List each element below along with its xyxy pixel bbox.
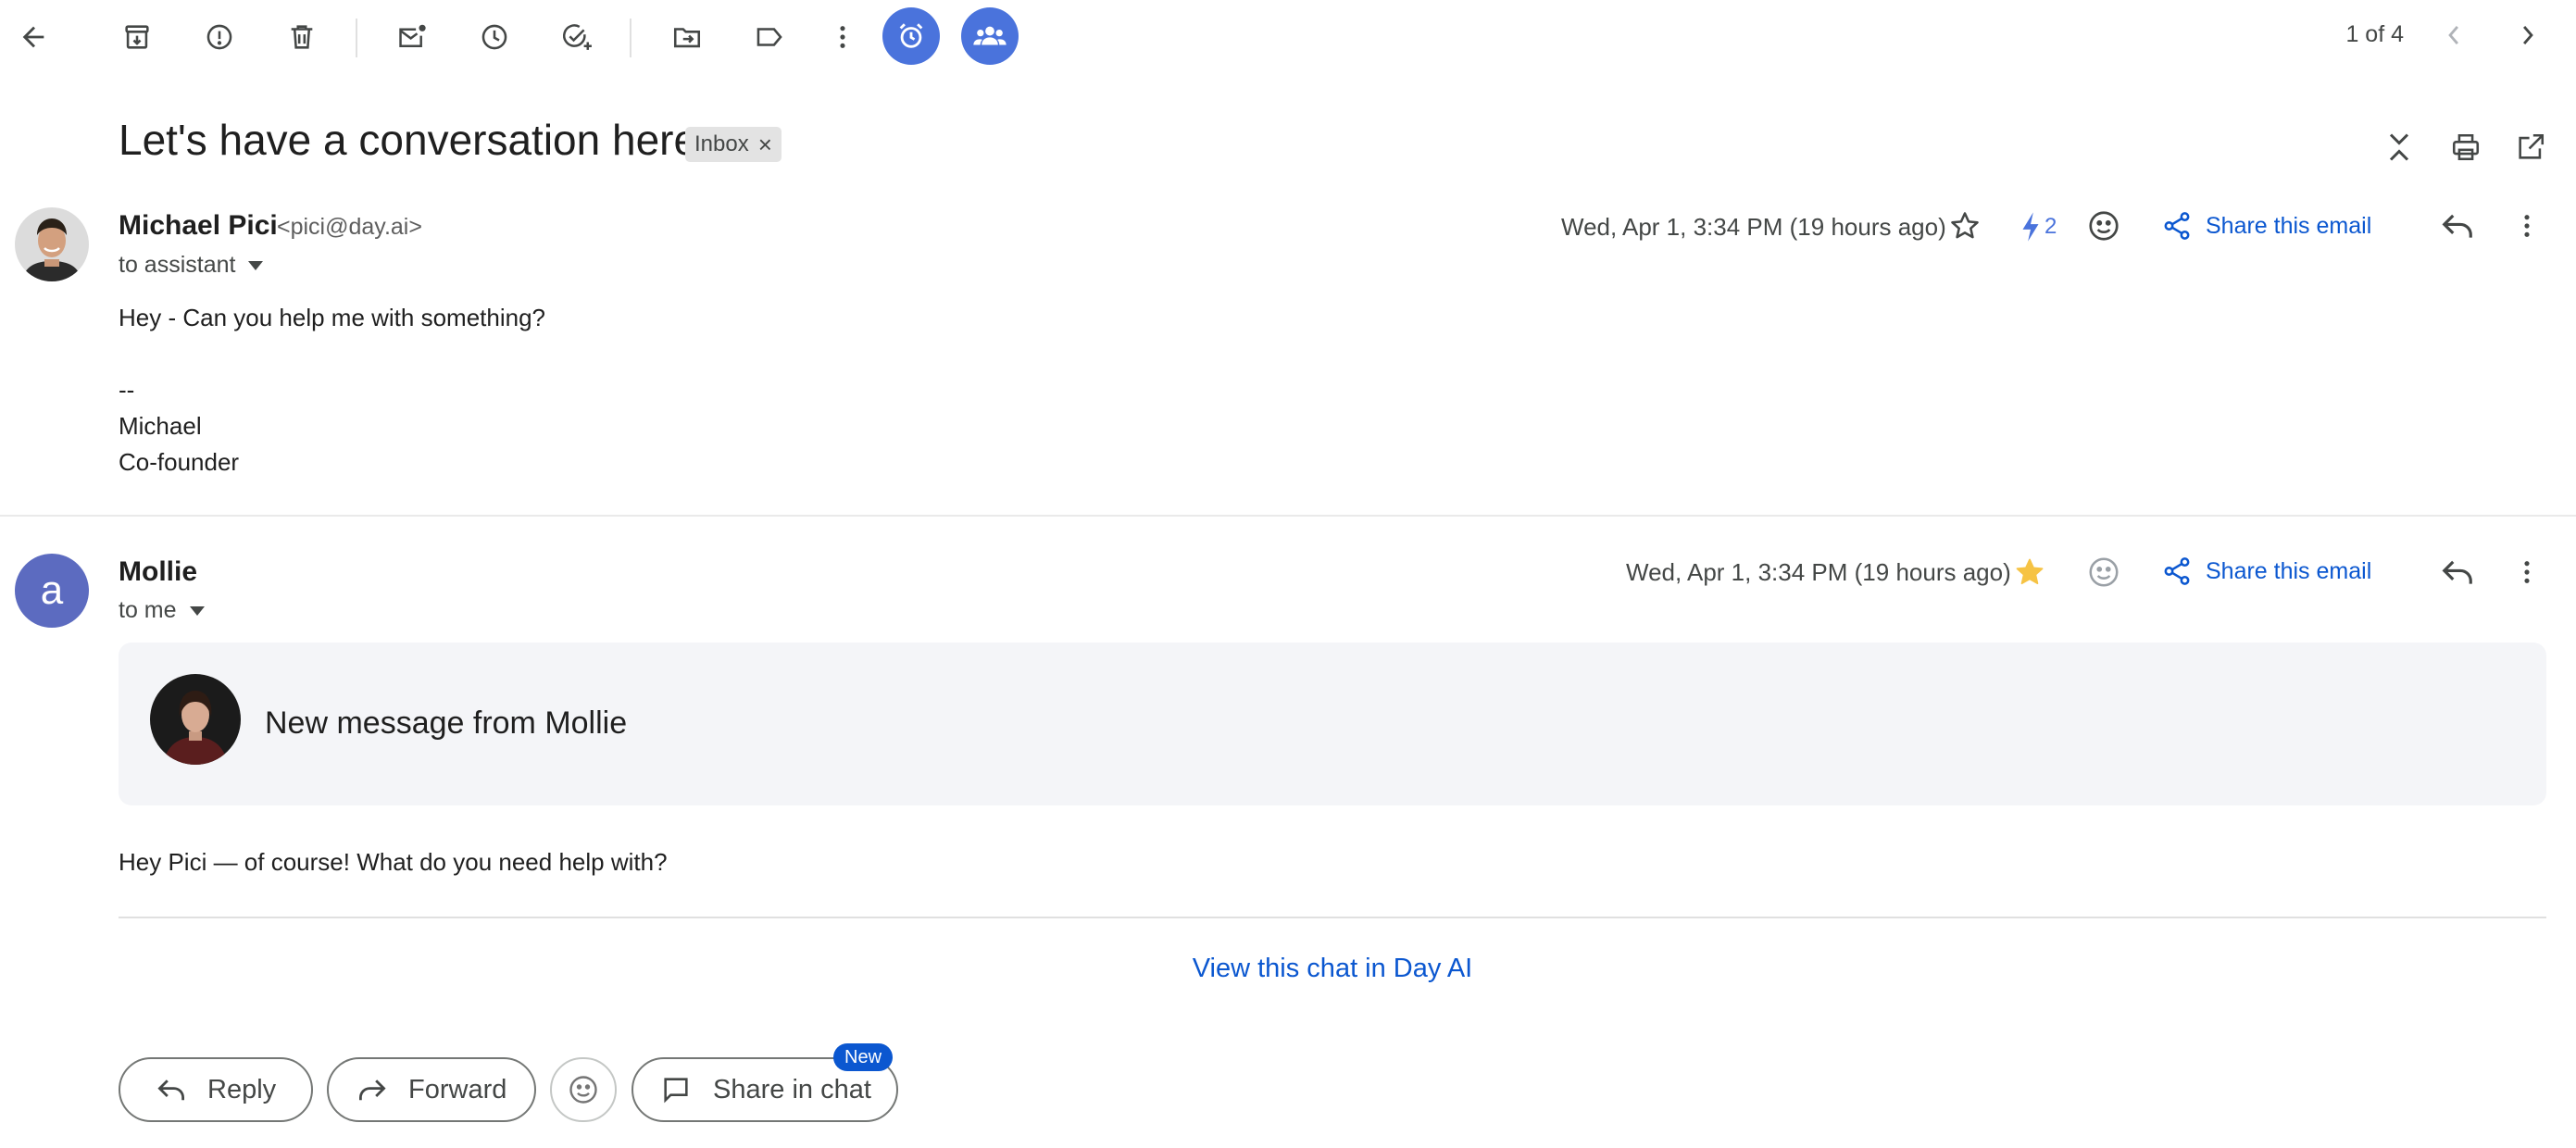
share-email-label: Share this email	[2206, 212, 2372, 239]
collapse-all-icon[interactable]	[2376, 124, 2422, 170]
message-body: Hey - Can you help me with something? --…	[119, 300, 545, 480]
pager-text: 1 of 4	[2345, 21, 2404, 47]
reply-icon	[157, 1079, 184, 1101]
prev-icon[interactable]	[2433, 15, 2474, 56]
archive-icon[interactable]	[109, 9, 165, 65]
label-icon[interactable]	[742, 9, 797, 65]
reply-icon[interactable]	[2435, 206, 2480, 246]
sender-name: Michael Pici	[119, 210, 278, 241]
message-date: Wed, Apr 1, 3:34 PM (19 hours ago)	[1626, 558, 2011, 586]
share-icon	[2164, 212, 2190, 240]
content-divider	[119, 917, 2546, 918]
reply-button[interactable]: Reply	[119, 1057, 313, 1122]
toolbar-divider	[630, 19, 631, 57]
more-vert-icon[interactable]	[815, 9, 870, 65]
share-email-button[interactable]: Share this email	[2161, 555, 2371, 587]
share-in-chat-label: Share in chat	[713, 1074, 871, 1104]
share-email-button[interactable]: Share this email	[2161, 210, 2371, 242]
forward-label: Forward	[408, 1074, 507, 1104]
avatar[interactable]	[15, 207, 89, 281]
body-line: --	[119, 376, 135, 404]
body-line: Michael	[119, 412, 202, 440]
emoji-react-icon[interactable]	[2083, 552, 2124, 593]
remove-label-icon[interactable]: ×	[758, 131, 772, 159]
body-line: Hey - Can you help me with something?	[119, 304, 546, 331]
back-arrow-icon[interactable]	[6, 9, 61, 65]
alarm-icon[interactable]	[882, 7, 940, 65]
recipient-text: to me	[119, 597, 177, 623]
recipient-dropdown[interactable]: to me	[119, 597, 205, 624]
print-icon[interactable]	[2441, 122, 2491, 172]
view-in-dayai-link[interactable]: View this chat in Day AI	[1193, 954, 1473, 983]
message-divider	[0, 515, 2576, 517]
message-card[interactable]: New message from Mollie	[119, 643, 2546, 805]
reply-label: Reply	[207, 1074, 277, 1104]
sender-email: <pici@day.ai>	[277, 214, 422, 240]
bolt-counter[interactable]: 2	[2020, 209, 2057, 244]
new-badge: New	[833, 1043, 894, 1071]
message-date: Wed, Apr 1, 3:34 PM (19 hours ago)	[1561, 213, 1946, 241]
view-link-row: View this chat in Day AI	[0, 954, 2576, 984]
report-spam-icon[interactable]	[192, 9, 247, 65]
more-vert-icon[interactable]	[2513, 552, 2541, 593]
bolt-count: 2	[2045, 214, 2057, 239]
reply-icon[interactable]	[2435, 552, 2480, 593]
chevron-down-icon	[248, 260, 264, 270]
body-line	[119, 336, 545, 372]
move-to-icon[interactable]	[659, 9, 715, 65]
star-icon[interactable]	[1945, 206, 1985, 246]
email-subject: Let's have a conversation here	[119, 116, 698, 164]
forward-button[interactable]: Forward	[327, 1057, 536, 1122]
message-body: Hey Pici — of course! What do you need h…	[119, 848, 668, 876]
card-title: New message from Mollie	[265, 705, 628, 741]
more-vert-icon[interactable]	[2513, 206, 2541, 246]
mark-unread-icon[interactable]	[384, 9, 440, 65]
delete-icon[interactable]	[274, 9, 330, 65]
emoji-react-icon[interactable]	[2083, 206, 2124, 246]
next-icon[interactable]	[2507, 15, 2548, 56]
inbox-label-text: Inbox	[694, 131, 749, 156]
open-new-window-icon[interactable]	[2506, 122, 2556, 172]
add-task-icon[interactable]	[549, 9, 605, 65]
group-icon[interactable]	[961, 7, 1019, 65]
card-avatar	[150, 674, 241, 765]
emoji-icon	[569, 1076, 597, 1104]
emoji-button[interactable]	[550, 1057, 617, 1122]
share-icon	[2164, 557, 2190, 585]
bolt-icon	[2022, 212, 2039, 242]
recipient-dropdown[interactable]: to assistant	[119, 252, 264, 279]
avatar[interactable]: a	[15, 554, 89, 628]
forward-icon	[359, 1079, 386, 1101]
sender-name: Mollie	[119, 556, 198, 587]
recipient-text: to assistant	[119, 252, 236, 278]
snooze-icon[interactable]	[467, 9, 522, 65]
body-line: Co-founder	[119, 448, 240, 476]
share-email-label: Share this email	[2206, 557, 2372, 584]
chevron-down-icon	[189, 605, 205, 616]
toolbar-divider	[356, 19, 357, 57]
chat-icon	[664, 1078, 688, 1104]
inbox-label-chip: Inbox ×	[685, 127, 782, 162]
star-icon[interactable]	[2009, 552, 2050, 593]
